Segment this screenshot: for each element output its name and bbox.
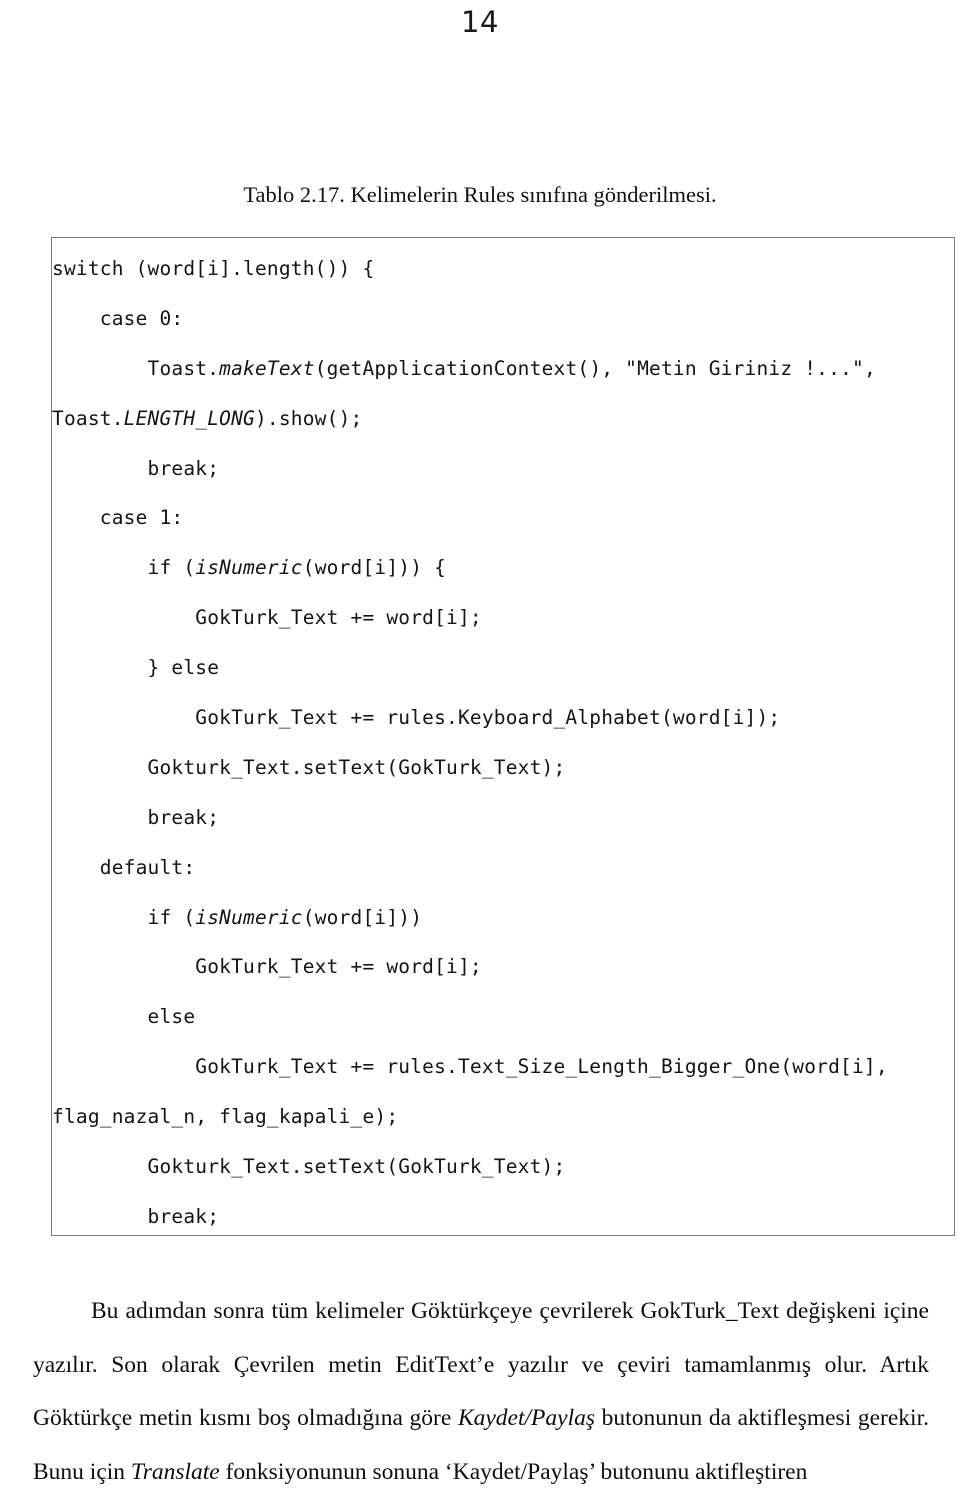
code-line: case 0: xyxy=(52,306,184,330)
code-line: if (isNumeric(word[i])) xyxy=(52,905,423,929)
code-line: case 1: xyxy=(52,506,184,530)
code-line: GokTurk_Text += rules.Text_Size_Length_B… xyxy=(52,1055,888,1079)
code-listing-lines: switch (word[i].length()) { case 0: Toas… xyxy=(52,244,954,1235)
code-line: Gokturk_Text.setText(GokTurk_Text); xyxy=(52,755,566,779)
code-line: GokTurk_Text += rules.Keyboard_Alphabet(… xyxy=(52,706,781,730)
table-caption: Tablo 2.17. Kelimelerin Rules sınıfına g… xyxy=(243,182,717,207)
code-line: break; xyxy=(52,456,220,480)
code-line: GokTurk_Text += word[i]; xyxy=(52,606,482,630)
code-line: Toast.LENGTH_LONG).show(); xyxy=(52,406,363,430)
page-number: 14 xyxy=(461,5,499,39)
code-listing-box: switch (word[i].length()) { case 0: Toas… xyxy=(51,237,955,1236)
code-line: else xyxy=(52,1005,196,1029)
code-line: GokTurk_Text += word[i]; xyxy=(52,955,482,979)
code-line: switch (word[i].length()) { xyxy=(52,257,375,280)
code-line: } else xyxy=(52,656,220,680)
code-line: break; xyxy=(52,1204,220,1228)
code-line: flag_nazal_n, flag_kapali_e); xyxy=(52,1105,399,1129)
body-paragraph: Bu adımdan sonra tüm kelimeler Göktürkçe… xyxy=(33,1298,929,1485)
code-line: if (isNumeric(word[i])) { xyxy=(52,556,447,580)
code-line: default: xyxy=(52,855,196,879)
code-line: Toast.makeText(getApplicationContext(), … xyxy=(52,356,876,380)
code-line: Gokturk_Text.setText(GokTurk_Text); xyxy=(52,1155,566,1179)
code-line: break; xyxy=(52,805,220,829)
